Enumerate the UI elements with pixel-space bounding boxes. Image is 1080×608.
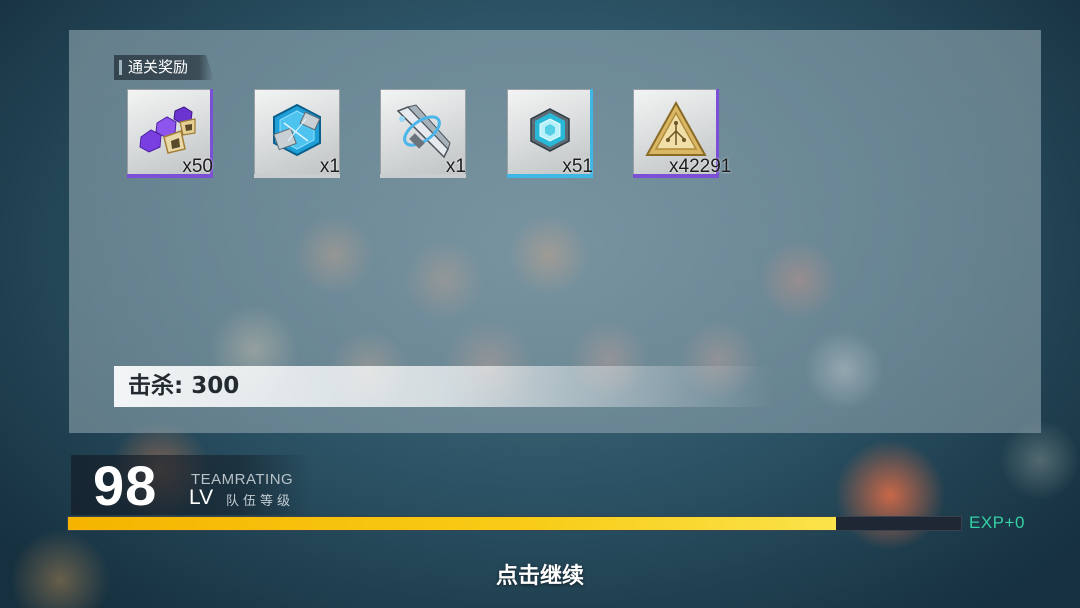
reward-item[interactable]: x1 — [380, 89, 466, 178]
team-level-caption: 队伍等级 — [226, 494, 295, 509]
reward-count: x51 — [562, 156, 593, 177]
reward-item[interactable]: x50 — [127, 89, 213, 178]
exp-gain-label: EXP+0 — [969, 513, 1025, 532]
reward-count: x50 — [182, 156, 213, 177]
reward-count: x1 — [319, 156, 340, 177]
lv-label: LV — [189, 486, 214, 509]
tap-to-continue-prompt[interactable]: 点击继续 — [0, 558, 1080, 590]
reward-item[interactable]: x1 — [254, 89, 340, 178]
team-level-number: 98 — [93, 454, 158, 517]
reward-item[interactable]: x42291 — [633, 89, 731, 178]
kill-count-bar: 击杀: 300 — [114, 366, 774, 407]
reward-item[interactable]: x51 — [507, 89, 593, 178]
reward-count: x1 — [445, 156, 466, 177]
exp-progress-bar — [67, 516, 962, 531]
kill-count-label: 击杀: 300 — [128, 373, 240, 399]
rewards-section-title: 通关奖励 — [114, 55, 214, 80]
reward-count: x42291 — [669, 156, 732, 177]
exp-progress-fill — [68, 517, 836, 530]
